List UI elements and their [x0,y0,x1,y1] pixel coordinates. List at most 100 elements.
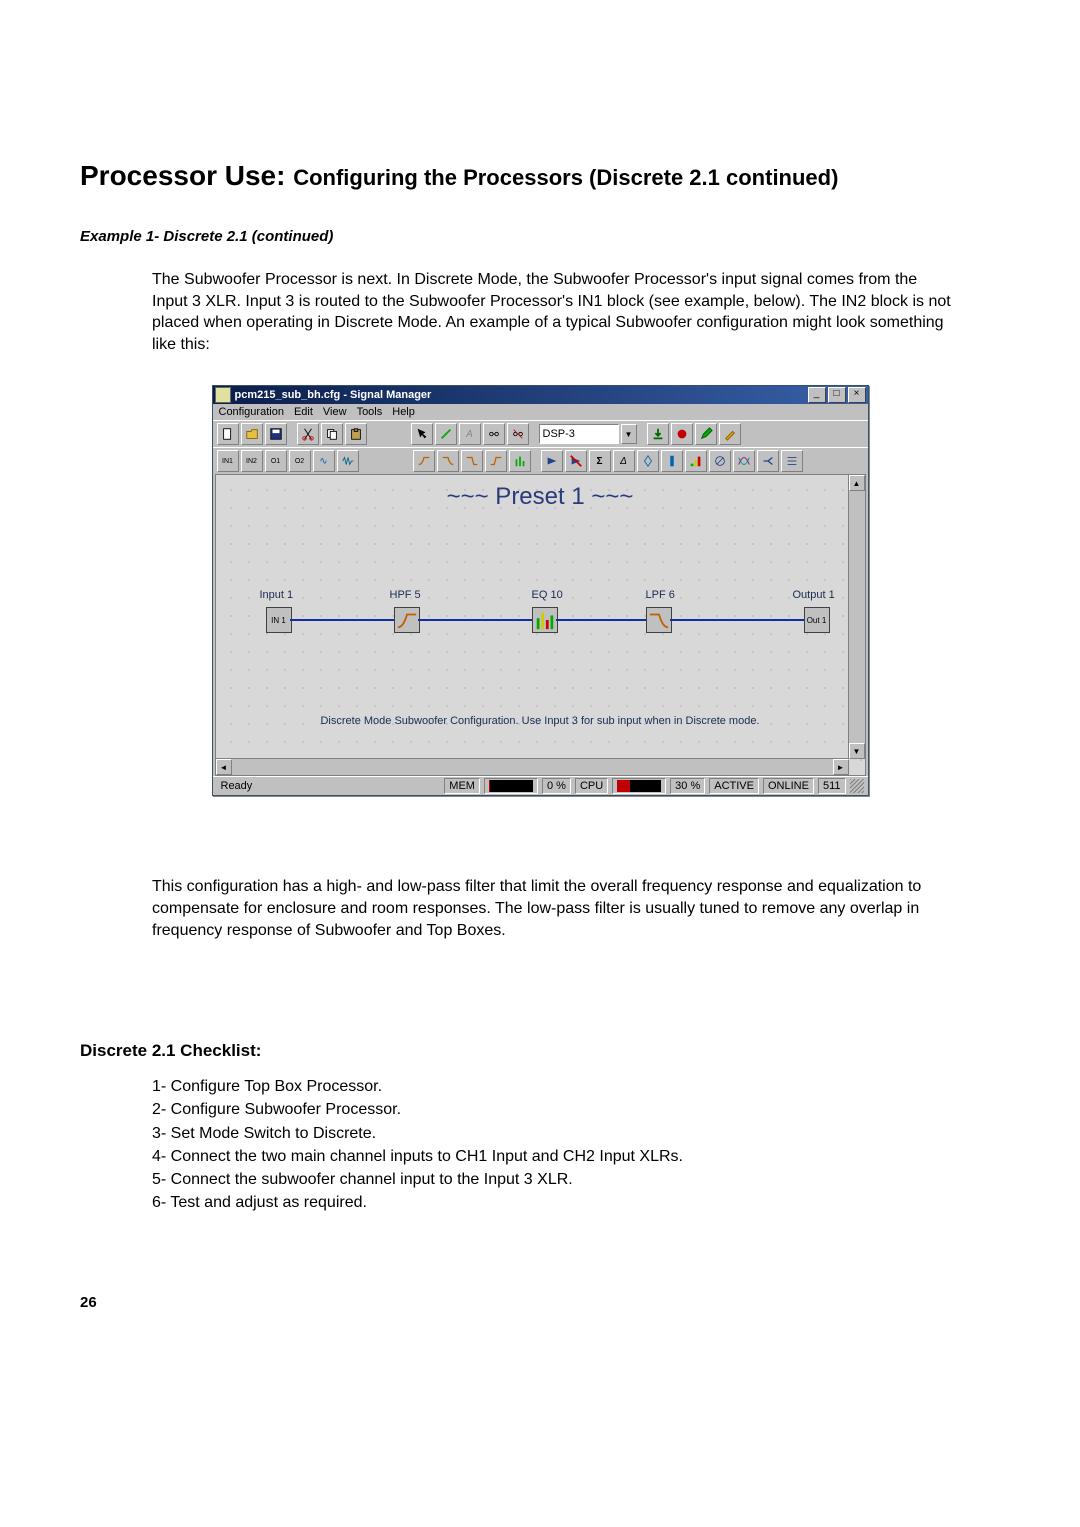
list-block-button[interactable] [781,450,803,472]
hpf-label: HPF 5 [390,589,421,601]
vertical-scrollbar[interactable]: ▲ ▼ [848,475,865,759]
output-block[interactable]: Out 1 [804,607,830,633]
lpf-block[interactable] [646,607,672,633]
wire-eq-lpf [556,619,646,621]
checklist-item: 1- Configure Top Box Processor. [152,1075,1000,1098]
split-block-button[interactable] [757,450,779,472]
wire-tool-button[interactable] [435,423,457,445]
paste-button[interactable] [345,423,367,445]
maximize-button[interactable]: □ [828,387,846,403]
wire-hpf-eq [418,619,532,621]
in2-block-button[interactable]: IN2 [241,450,263,472]
wire-lpf-out [670,619,804,621]
new-file-button[interactable] [217,423,239,445]
signal-manager-window: pcm215_sub_bh.cfg - Signal Manager _ □ ×… [212,385,869,796]
example-label: Example 1- Discrete 2.1 (continued) [80,228,1000,245]
dsp-select-field[interactable]: DSP-3 [539,424,619,444]
lpf-block-button[interactable] [437,450,459,472]
scroll-right-button[interactable]: ► [833,759,849,775]
edit-tool-button[interactable] [695,423,717,445]
status-mem-meter [484,778,538,794]
close-button[interactable]: × [848,387,866,403]
out2-block-button[interactable]: O2 [289,450,311,472]
hpf-block-button[interactable] [413,450,435,472]
text-tool-button[interactable]: A [459,423,481,445]
status-cpu-pct: 30 % [670,778,705,794]
title-sub: Configuring the Processors (Discrete 2.1… [293,165,838,190]
sine-block-button[interactable]: ∿ [313,450,335,472]
dsp-select-dropdown[interactable]: ▼ [621,424,637,444]
probe-tool-button[interactable] [719,423,741,445]
menu-tools[interactable]: Tools [357,406,383,418]
checklist: 1- Configure Top Box Processor. 2- Confi… [152,1075,1000,1214]
pointer-tool-button[interactable] [411,423,433,445]
lpf-label: LPF 6 [646,589,675,601]
window-titlebar[interactable]: pcm215_sub_bh.cfg - Signal Manager _ □ × [213,386,868,404]
scroll-left-button[interactable]: ◄ [216,759,232,775]
input-label: Input 1 [260,589,294,601]
hpf-block[interactable] [394,607,420,633]
status-active: ACTIVE [709,778,759,794]
minimize-button[interactable]: _ [808,387,826,403]
open-file-button[interactable] [241,423,263,445]
menu-help[interactable]: Help [392,406,415,418]
limiter-block-button[interactable] [661,450,683,472]
scroll-down-button[interactable]: ▼ [849,743,865,759]
output-label: Output 1 [793,589,835,601]
shelf-hi-button[interactable] [485,450,507,472]
resize-grip-icon[interactable] [850,779,864,793]
toolbar-row-1: A DSP-3 ▼ [213,420,868,447]
menu-view[interactable]: View [323,406,347,418]
mute-block-button[interactable] [565,450,587,472]
stop-button[interactable] [671,423,693,445]
toolbar-row-2: IN1 IN2 O1 O2 ∿ Σ Δ [213,447,868,474]
gain-block-button[interactable] [541,450,563,472]
eq-block-button[interactable] [509,450,531,472]
compressor-block-button[interactable] [637,450,659,472]
download-button[interactable] [647,423,669,445]
cut-button[interactable] [297,423,319,445]
preset-label: ~~~ Preset 1 ~~~ [216,483,865,511]
delay-block-button[interactable]: Δ [613,450,635,472]
link-tool-button[interactable] [483,423,505,445]
status-mem-label: MEM [444,778,480,794]
checklist-item: 4- Connect the two main channel inputs t… [152,1145,1000,1168]
status-code: 511 [818,778,846,794]
horizontal-scrollbar[interactable]: ◄ ► [216,758,849,775]
wire-in-hpf [290,619,394,621]
polarity-block-button[interactable] [709,450,731,472]
app-icon [215,387,231,403]
status-cpu-meter [612,778,666,794]
meter-block-button[interactable] [685,450,707,472]
menu-bar: Configuration Edit View Tools Help [213,404,868,420]
save-file-button[interactable] [265,423,287,445]
signal-canvas[interactable]: ~~~ Preset 1 ~~~ Input 1 HPF 5 EQ 10 LPF… [215,474,866,776]
noise-block-button[interactable] [337,450,359,472]
status-bar: Ready MEM 0 % CPU 30 % ACTIVE ONLINE 511 [213,776,868,795]
out1-block-button[interactable]: O1 [265,450,287,472]
page-number: 26 [80,1294,1000,1311]
sum-block-button[interactable]: Σ [589,450,611,472]
checklist-item: 5- Connect the subwoofer channel input t… [152,1168,1000,1191]
scroll-up-button[interactable]: ▲ [849,475,865,491]
checklist-item: 2- Configure Subwoofer Processor. [152,1098,1000,1121]
paragraph-2: This configuration has a high- and low-p… [152,876,952,941]
menu-edit[interactable]: Edit [294,406,313,418]
in1-block-button[interactable]: IN1 [217,450,239,472]
checklist-title: Discrete 2.1 Checklist: [80,1041,1000,1061]
paragraph-1: The Subwoofer Processor is next. In Disc… [152,269,952,355]
window-title: pcm215_sub_bh.cfg - Signal Manager [235,389,806,401]
unlink-tool-button[interactable] [507,423,529,445]
menu-configuration[interactable]: Configuration [219,406,284,418]
input-block[interactable]: IN 1 [266,607,292,633]
eq-label: EQ 10 [532,589,563,601]
status-online: ONLINE [763,778,814,794]
status-mem-pct: 0 % [542,778,571,794]
crossover-block-button[interactable] [733,450,755,472]
shelf-lo-button[interactable] [461,450,483,472]
eq-block[interactable] [532,607,558,633]
status-cpu-label: CPU [575,778,608,794]
checklist-item: 6- Test and adjust as required. [152,1191,1000,1214]
copy-button[interactable] [321,423,343,445]
checklist-item: 3- Set Mode Switch to Discrete. [152,1122,1000,1145]
